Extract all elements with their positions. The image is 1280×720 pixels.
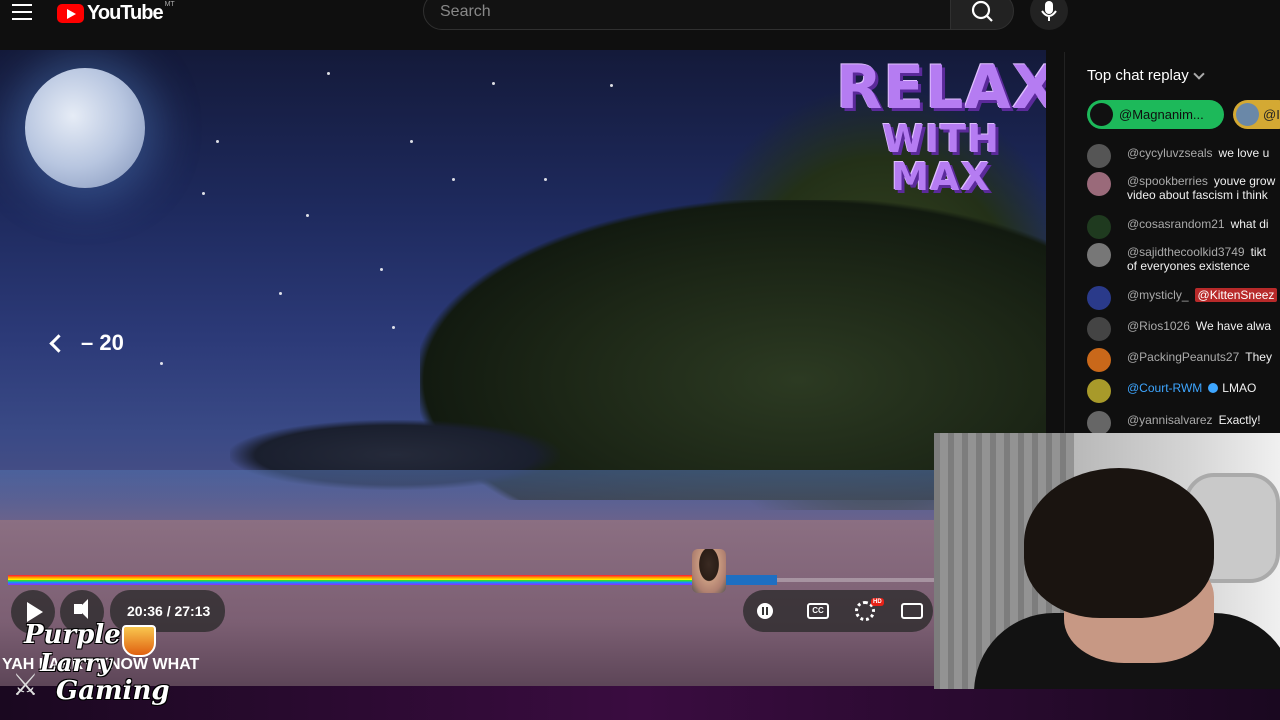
chat-text: They [1245,350,1272,364]
chevron-down-icon [1193,67,1205,80]
avatar [1087,144,1111,168]
chat-text: LMAO [1222,381,1257,395]
mic-icon [1041,1,1057,21]
logo-country-code: MT [164,1,175,8]
volume-icon [74,599,88,619]
chat-author: @cycyluvzseals [1127,146,1213,160]
chat-text: youve grow [1213,174,1276,188]
chat-author: @Rios1026 [1127,319,1190,333]
chat-text: We have alwa [1195,319,1272,333]
purple-larry-gaming-watermark: ⚔ Purple Larry Gaming [10,620,170,712]
chat-header-label: Top chat replay [1087,67,1189,84]
chat-mention[interactable]: @KittenSneez [1194,288,1278,302]
overlay-title-line1: RELAX [836,53,1046,123]
chat-author: @cosasrandom21 [1127,217,1225,231]
star [202,192,205,195]
hd-badge: HD [871,598,884,606]
overlay-title-line2: WITH MAX [882,117,1000,199]
star [327,72,330,75]
avatar [1087,348,1111,372]
chat-text: we love u [1218,146,1270,160]
chat-author: @PackingPeanuts27 [1127,350,1240,364]
star [492,82,495,85]
chat-text-continued: video about fascism i think [1127,188,1268,202]
star [216,140,219,143]
search-icon [971,0,993,22]
chat-replay-panel: Top chat replay @Magnanim... @I @cycyluv… [1064,52,1280,437]
video-overlay-title: RELAX WITH MAX [836,58,1046,196]
shield-logo-icon [122,625,156,657]
avatar [1087,243,1111,267]
progress-played [8,575,709,585]
streamer-webcam [934,433,1280,689]
chat-text: tikt [1250,245,1266,259]
pinned-ticker-name: @I [1263,107,1280,122]
page: YouTube MT Search RELAX WITH MAX – 20 20… [0,0,1280,720]
time-display: 20:36 / 27:13 [127,603,211,619]
star [380,268,383,271]
pause-icon[interactable] [757,603,773,619]
star [452,178,455,181]
theater-mode-icon[interactable] [901,603,923,619]
star [279,292,282,295]
pinned-ticker-1[interactable]: @Magnanim... [1087,100,1224,129]
menu-icon[interactable] [12,4,32,20]
avatar [1087,215,1111,239]
seek-back-label: – 20 [81,330,124,355]
avatar [1087,286,1111,310]
watermark-line1: Purple [24,620,121,650]
streamer-hair [1024,468,1214,618]
logo-text: YouTube [87,2,164,24]
youtube-logo[interactable]: YouTube MT [57,1,175,25]
pinned-ticker-name: @Magnanim... [1119,107,1204,122]
swords-icon: ⚔ [12,669,39,702]
avatar [1087,172,1111,196]
watermark-line3: Gaming [56,676,170,706]
verified-icon [1208,383,1219,393]
star [610,84,613,87]
chat-author: @yannisalvarez [1127,413,1213,427]
moon-scenery [25,68,145,188]
seek-back-indicator: – 20 [49,330,124,356]
star [392,326,395,329]
avatar [1087,379,1111,403]
star [410,140,413,143]
chat-mode-dropdown[interactable]: Top chat replay [1087,67,1205,84]
scrubber-handle[interactable] [691,549,726,593]
star [306,214,309,217]
chat-text: what di [1230,217,1269,231]
avatar [1087,411,1111,435]
chat-author: @mysticly_ [1127,288,1189,302]
progress-bar[interactable] [8,549,934,593]
chevron-left-icon [49,333,68,353]
cc-icon[interactable]: CC [807,603,829,619]
voice-search-button[interactable] [1030,0,1068,30]
pinned-ticker-2[interactable]: @I [1233,100,1280,129]
search-input[interactable]: Search [423,0,951,30]
right-controls: CC HD [743,590,933,632]
chat-author: @Court-RWM [1127,381,1203,395]
search-button[interactable] [950,0,1014,30]
star [160,362,163,365]
chat-text-continued: of everyones existence [1127,259,1250,273]
chat-author: @sajidthecoolkid3749 [1127,245,1245,259]
avatar [1236,103,1259,126]
chat-author: @spookberries [1127,174,1208,188]
avatar [1087,317,1111,341]
star [544,178,547,181]
chat-text: Exactly! [1218,413,1261,427]
avatar [1090,103,1113,126]
stream-bottom-band [0,686,1280,720]
play-icon [27,602,43,622]
youtube-play-icon [57,4,84,23]
top-bar: YouTube MT Search [0,0,1280,30]
watermark-line2: Larry [40,648,112,677]
